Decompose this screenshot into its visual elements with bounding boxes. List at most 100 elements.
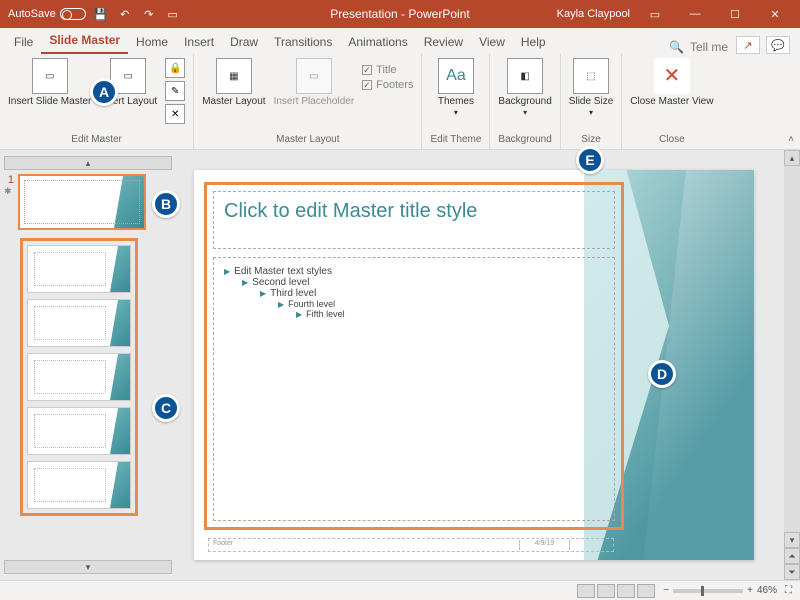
- insert-slide-master-button[interactable]: ▭ Insert Slide Master: [8, 58, 91, 107]
- toggle-off-icon: [60, 8, 86, 20]
- insert-placeholder-button[interactable]: ▭ Insert Placeholder: [274, 58, 355, 107]
- slide-number-placeholder: [569, 540, 609, 550]
- start-slideshow-icon[interactable]: ▭: [164, 5, 182, 23]
- footers-checkbox[interactable]: Footers: [362, 79, 413, 91]
- autosave-toggle[interactable]: AutoSave: [8, 8, 86, 20]
- placeholder-icon: ▭: [296, 58, 332, 94]
- layout-thumbnail[interactable]: [27, 245, 131, 293]
- body-l3: Third level: [270, 288, 316, 299]
- autosave-label: AutoSave: [8, 8, 56, 20]
- background-button[interactable]: ◧ Background ▾: [498, 58, 551, 118]
- comments-button[interactable]: 💬: [766, 36, 790, 54]
- thumbnail-pane: ▴ 1 ✱ ▾: [0, 150, 176, 580]
- vertical-scrollbar[interactable]: ▴ ▾ ⏶ ⏷: [784, 150, 800, 580]
- label: Master Layout: [202, 96, 265, 107]
- close-icon[interactable]: ✕: [760, 8, 790, 21]
- layout-thumbnail[interactable]: [27, 353, 131, 401]
- group-size: ⬚ Slide Size ▾ Size: [561, 54, 622, 149]
- ribbon: ▭ Insert Slide Master ▭ Insert Layout 🔒 …: [0, 54, 800, 150]
- layout-thumbnail[interactable]: [27, 461, 131, 509]
- callout-e: E: [576, 146, 604, 174]
- scroll-down-button[interactable]: ▾: [4, 560, 172, 574]
- title-checkbox[interactable]: Title: [362, 64, 413, 76]
- window-title: Presentation - PowerPoint: [330, 7, 469, 21]
- tab-file[interactable]: File: [6, 30, 41, 54]
- body-placeholder[interactable]: ▶Edit Master text styles ▶Second level ▶…: [213, 257, 615, 521]
- fit-to-window-icon[interactable]: ⛶: [785, 585, 792, 596]
- group-label: Close: [659, 134, 685, 147]
- status-bar: − + 46% ⛶: [0, 580, 800, 600]
- normal-view-icon[interactable]: [577, 584, 595, 598]
- chevron-down-icon: ▾: [454, 109, 458, 118]
- label: Insert Slide Master: [8, 96, 91, 107]
- delete-icon[interactable]: ✕: [165, 104, 185, 124]
- zoom-control[interactable]: − + 46%: [663, 585, 777, 596]
- layout-thumbnail[interactable]: [27, 299, 131, 347]
- title-placeholder-text: Click to edit Master title style: [224, 200, 477, 222]
- slide-master-icon: ▭: [32, 58, 68, 94]
- zoom-out-icon[interactable]: −: [663, 585, 669, 596]
- menu-bar: File Slide Master Home Insert Draw Trans…: [0, 28, 800, 54]
- minimize-icon[interactable]: —: [680, 8, 710, 20]
- tell-me-search[interactable]: 🔍 Tell me: [669, 40, 736, 54]
- used-star-icon: ✱: [4, 186, 14, 197]
- master-thumbnail[interactable]: [18, 174, 146, 230]
- chevron-down-icon: ▾: [523, 109, 527, 118]
- rename-icon[interactable]: ✎: [165, 81, 185, 101]
- layout-thumbnail[interactable]: [27, 407, 131, 455]
- tab-insert[interactable]: Insert: [176, 30, 222, 54]
- master-layout-icon: ▦: [216, 58, 252, 94]
- chevron-down-icon: ▾: [589, 109, 593, 118]
- account-name[interactable]: Kayla Claypool: [557, 8, 630, 20]
- tab-slide-master[interactable]: Slide Master: [41, 28, 128, 54]
- title-placeholder[interactable]: Click to edit Master title style: [213, 191, 615, 249]
- main-area: ▴ 1 ✱ ▾: [0, 150, 800, 580]
- group-background: ◧ Background ▾ Background: [490, 54, 560, 149]
- tab-transitions[interactable]: Transitions: [266, 30, 340, 54]
- close-x-icon: ✕: [654, 58, 690, 94]
- tab-help[interactable]: Help: [513, 30, 554, 54]
- reading-view-icon[interactable]: [617, 584, 635, 598]
- zoom-in-icon[interactable]: +: [747, 585, 753, 596]
- background-icon: ◧: [507, 58, 543, 94]
- scroll-up-icon[interactable]: ▴: [784, 150, 800, 166]
- tab-review[interactable]: Review: [416, 30, 471, 54]
- save-icon[interactable]: 💾: [92, 5, 110, 23]
- slide-size-button[interactable]: ⬚ Slide Size ▾: [569, 58, 613, 118]
- tell-me-label: Tell me: [690, 40, 728, 54]
- slideshow-view-icon[interactable]: [637, 584, 655, 598]
- group-label: Edit Theme: [430, 134, 481, 147]
- close-master-view-button[interactable]: ✕ Close Master View: [630, 58, 713, 107]
- zoom-percent[interactable]: 46%: [757, 585, 777, 596]
- ribbon-display-icon[interactable]: ▭: [640, 8, 670, 21]
- tab-view[interactable]: View: [471, 30, 513, 54]
- prev-slide-icon[interactable]: ⏶: [784, 548, 800, 564]
- themes-button[interactable]: Aa Themes ▾: [438, 58, 474, 118]
- master-layout-button[interactable]: ▦ Master Layout: [202, 58, 265, 107]
- scroll-up-button[interactable]: ▴: [4, 156, 172, 170]
- group-label: Background: [498, 134, 551, 147]
- share-button[interactable]: ↗: [736, 36, 760, 54]
- layouts-group-highlight: [20, 238, 138, 516]
- tab-animations[interactable]: Animations: [340, 30, 415, 54]
- undo-icon[interactable]: ↶: [116, 5, 134, 23]
- scroll-down-icon[interactable]: ▾: [784, 532, 800, 548]
- preserve-icon[interactable]: 🔒: [165, 58, 185, 78]
- content-highlight: Click to edit Master title style ▶Edit M…: [204, 182, 624, 530]
- collapse-ribbon-icon[interactable]: ˄: [788, 134, 794, 145]
- group-label: Master Layout: [276, 134, 339, 147]
- next-slide-icon[interactable]: ⏷: [784, 564, 800, 580]
- footer-placeholder[interactable]: Footer 4/9/19: [208, 538, 614, 552]
- group-master-layout: ▦ Master Layout ▭ Insert Placeholder Tit…: [194, 54, 422, 149]
- label: Footers: [376, 79, 413, 91]
- tab-draw[interactable]: Draw: [222, 30, 266, 54]
- label: Close Master View: [630, 96, 713, 107]
- tab-home[interactable]: Home: [128, 30, 176, 54]
- maximize-icon[interactable]: ☐: [720, 8, 750, 21]
- group-edit-theme: Aa Themes ▾ Edit Theme: [422, 54, 490, 149]
- checkbox-icon: [362, 80, 372, 90]
- redo-icon[interactable]: ↷: [140, 5, 158, 23]
- title-bar: AutoSave 💾 ↶ ↷ ▭ Presentation - PowerPoi…: [0, 0, 800, 28]
- slide-sorter-view-icon[interactable]: [597, 584, 615, 598]
- zoom-slider[interactable]: [673, 589, 743, 593]
